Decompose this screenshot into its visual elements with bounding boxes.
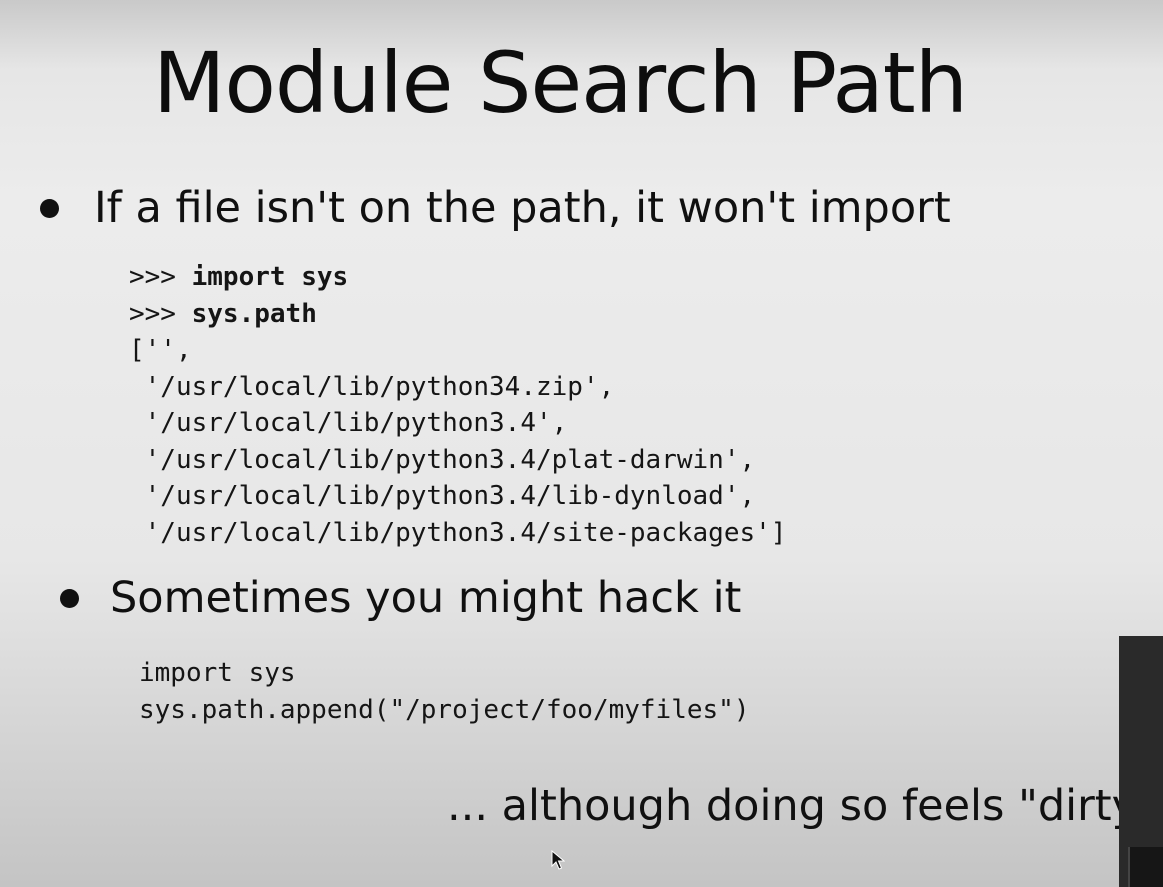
code-line: import sys	[139, 658, 296, 688]
side-panel-inner	[1128, 847, 1163, 887]
slide: Module Search Path If a file isn't on th…	[0, 0, 1163, 887]
code-line: ['',	[129, 335, 192, 365]
code-line: '/usr/local/lib/python3.4/plat-darwin',	[129, 444, 756, 475]
code-block-path-append: import sys sys.path.append("/project/foo/…	[139, 655, 749, 728]
code-line: >>> sys.path	[129, 298, 317, 329]
bullet-2: Sometimes you might hack it	[60, 570, 742, 626]
bullet-dot-icon	[40, 199, 59, 218]
bullet-2-text: Sometimes you might hack it	[110, 573, 742, 623]
slide-title: Module Search Path	[153, 34, 968, 132]
dirty-note: ... although doing so feels "dirty	[447, 781, 1138, 831]
bullet-dot-icon	[60, 589, 79, 608]
code-line: '/usr/local/lib/python3.4/lib-dynload',	[129, 481, 756, 511]
code-block-sys-path: >>> import sys >>> sys.path ['', '/usr/loc…	[129, 259, 786, 551]
code-line: sys.path.append("/project/foo/myfiles")	[139, 694, 750, 725]
code-line: '/usr/local/lib/python34.zip',	[129, 371, 615, 402]
mouse-pointer-icon	[551, 850, 565, 870]
code-line: >>> import sys	[129, 262, 349, 292]
bullet-1: If a file isn't on the path, it won't im…	[40, 180, 951, 236]
bullet-1-text: If a file isn't on the path, it won't im…	[94, 183, 951, 233]
code-line: '/usr/local/lib/python3.4/site-packages'…	[129, 517, 787, 548]
code-line: '/usr/local/lib/python3.4',	[129, 408, 568, 438]
